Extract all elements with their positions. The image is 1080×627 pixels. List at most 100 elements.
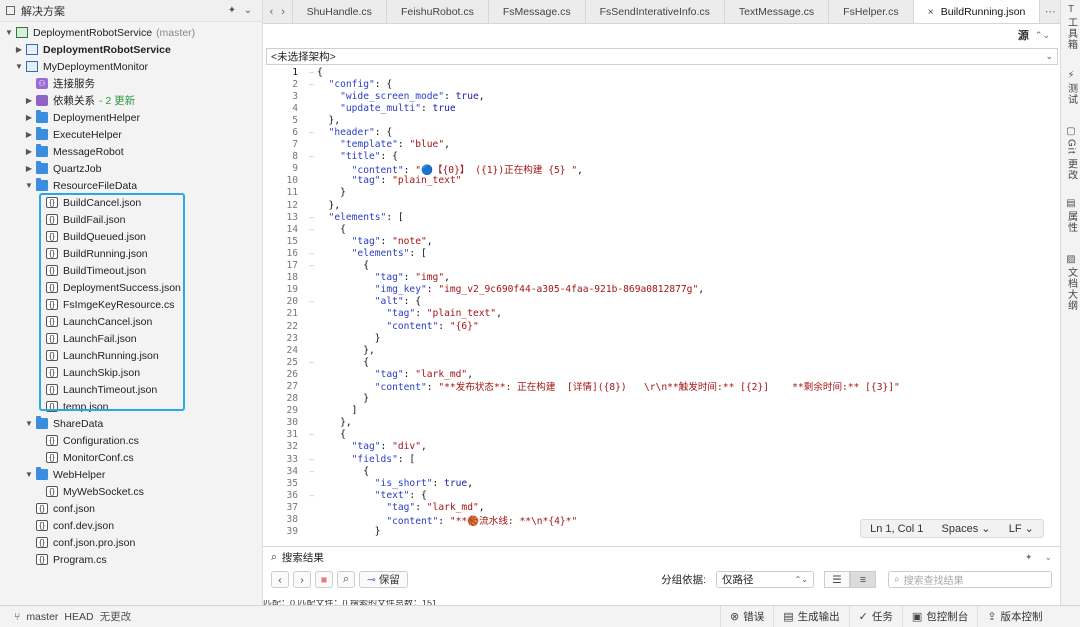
tree-item[interactable]: {} DeploymentSuccess.json bbox=[0, 279, 262, 296]
more-tabs-icon[interactable]: ⋯ bbox=[1040, 0, 1060, 23]
sidebar-tool-2[interactable]: ▢ Git 更改 bbox=[1061, 126, 1080, 181]
tree-item[interactable]: {} MonitorConf.cs bbox=[0, 449, 262, 466]
tab-buildrunning-json[interactable]: × BuildRunning.json bbox=[913, 0, 1041, 23]
task-icon: ✓ bbox=[858, 611, 868, 623]
tree-item[interactable]: ⚇ 连接服务 bbox=[0, 75, 262, 92]
tree-item[interactable]: ▼ DeploymentRobotService (master) bbox=[0, 24, 262, 41]
chevron-right-icon[interactable]: ▶ bbox=[24, 113, 34, 122]
architecture-select[interactable]: <未选择架构> ⌄ bbox=[266, 48, 1058, 65]
chevron-down-icon[interactable]: ▼ bbox=[24, 419, 34, 428]
pin-icon[interactable]: ✦ bbox=[224, 5, 240, 16]
tree-item[interactable]: ▶ MessageRobot bbox=[0, 143, 262, 160]
keep-results-button[interactable]: ⊸ 保留 bbox=[359, 571, 408, 588]
tree-item[interactable]: {} conf.dev.json bbox=[0, 517, 262, 534]
close-icon[interactable]: × bbox=[928, 6, 934, 18]
tree-item[interactable]: {} Program.cs bbox=[0, 551, 262, 568]
sidebar-tool-3[interactable]: ▤ 属性 bbox=[1061, 198, 1080, 233]
code-line: 22 "content": "{6}" bbox=[266, 320, 1048, 332]
tree-item[interactable]: ▶ DeploymentHelper bbox=[0, 109, 262, 126]
tree-item[interactable]: ▼ ShareData bbox=[0, 415, 262, 432]
editor-status: Ln 1, Col 1 Spaces ⌄ LF ⌄ bbox=[860, 519, 1044, 538]
tree-item[interactable]: ▼ MyDeploymentMonitor bbox=[0, 58, 262, 75]
next-result-button[interactable]: › bbox=[293, 571, 311, 588]
tree-item[interactable]: ▶ ExecuteHelper bbox=[0, 126, 262, 143]
code-line: 18 "tag": "img", bbox=[266, 272, 1048, 284]
tree-item[interactable]: {} LaunchCancel.json bbox=[0, 313, 262, 330]
chevron-down-icon[interactable]: ▼ bbox=[4, 28, 14, 37]
chevron-down-icon[interactable]: ⌄ bbox=[240, 5, 256, 16]
tree-item[interactable]: {} LaunchFail.json bbox=[0, 330, 262, 347]
tree-item[interactable]: {} BuildRunning.json bbox=[0, 245, 262, 262]
cursor-position[interactable]: Ln 1, Col 1 bbox=[870, 523, 923, 535]
tab-label: FeishuRobot.cs bbox=[400, 5, 474, 18]
indent-mode[interactable]: Spaces ⌄ bbox=[942, 522, 991, 535]
group-by-select[interactable]: 仅路径 ⌃⌄ bbox=[716, 571, 814, 588]
tree-item[interactable]: {} conf.json bbox=[0, 500, 262, 517]
tree-item[interactable]: {} BuildCancel.json bbox=[0, 194, 262, 211]
tree-item[interactable]: {} LaunchTimeout.json bbox=[0, 381, 262, 398]
tab-feishurobot-cs[interactable]: FeishuRobot.cs bbox=[387, 0, 489, 23]
status-2-button[interactable]: ✓ 任务 bbox=[848, 605, 902, 627]
code-text: ] bbox=[317, 405, 358, 417]
code-text: "title": { bbox=[340, 151, 398, 163]
status-0-button[interactable]: ⊗ 错误 bbox=[720, 605, 773, 627]
status-4-button[interactable]: ⇪ 版本控制 bbox=[977, 605, 1051, 627]
tree-item[interactable]: {} FsImgeKeyResource.cs bbox=[0, 296, 262, 313]
chevron-right-icon[interactable]: ▶ bbox=[14, 45, 24, 54]
sidebar-tool-0[interactable]: T 工具箱 bbox=[1061, 4, 1080, 50]
chevron-right-icon[interactable]: ▶ bbox=[24, 164, 34, 173]
tree-item[interactable]: {} BuildTimeout.json bbox=[0, 262, 262, 279]
status-3-button[interactable]: ▣ 包控制台 bbox=[901, 605, 977, 627]
tree-item[interactable]: {} BuildFail.json bbox=[0, 211, 262, 228]
chevron-right-icon[interactable]: › bbox=[281, 6, 285, 18]
tree-item[interactable]: {} MyWebSocket.cs bbox=[0, 483, 262, 500]
status-1-button[interactable]: ▤ 生成输出 bbox=[773, 605, 848, 627]
tree-item[interactable]: ▼ ResourceFileData bbox=[0, 177, 262, 194]
chevron-right-icon[interactable]: ▶ bbox=[24, 147, 34, 156]
chevron-down-icon[interactable]: ▼ bbox=[14, 62, 24, 71]
tab-fsmessage-cs[interactable]: FsMessage.cs bbox=[489, 0, 586, 23]
chevron-left-icon[interactable]: ‹ bbox=[270, 6, 274, 18]
git-branch-status[interactable]: ⑂ master HEAD 无更改 bbox=[0, 609, 720, 624]
code-line: 5 }, bbox=[266, 114, 1048, 126]
compact-view-button[interactable]: ≡ bbox=[850, 571, 876, 588]
search-panel-title: 搜索结果 bbox=[281, 551, 324, 564]
source-label[interactable]: 源 bbox=[1018, 27, 1029, 43]
chevron-right-icon[interactable]: ▶ bbox=[24, 130, 34, 139]
code-editor[interactable]: 1–{2– "config": {3 "wide_screen_mode": t… bbox=[266, 66, 1048, 544]
chevron-down-icon[interactable]: ▼ bbox=[24, 181, 34, 190]
tab-fssendinterativeinfo-cs[interactable]: FsSendInterativeInfo.cs bbox=[586, 0, 725, 23]
tree-item[interactable]: {} LaunchRunning.json bbox=[0, 347, 262, 364]
list-view-button[interactable]: ☰ bbox=[824, 571, 850, 588]
tree-item[interactable]: {} temp.json bbox=[0, 398, 262, 415]
tab-textmessage-cs[interactable]: TextMessage.cs bbox=[725, 0, 830, 23]
tab-fshelper-cs[interactable]: FsHelper.cs bbox=[829, 0, 914, 23]
tree-item[interactable]: {} Configuration.cs bbox=[0, 432, 262, 449]
tree-item[interactable]: ▶ 依赖关系 - 2 更新 bbox=[0, 92, 262, 109]
tree-item[interactable]: {} BuildQueued.json bbox=[0, 228, 262, 245]
stop-search-button[interactable]: ■ bbox=[315, 571, 333, 588]
line-number: 21 bbox=[286, 308, 298, 320]
tab-shuhandle-cs[interactable]: ShuHandle.cs bbox=[293, 0, 387, 23]
code-line: 4 "update_multi": true bbox=[266, 102, 1048, 114]
find-button[interactable]: ⌕ bbox=[337, 571, 355, 588]
tree-item[interactable]: ▶ QuartzJob bbox=[0, 160, 262, 177]
chevron-right-icon[interactable]: ▶ bbox=[24, 96, 34, 105]
tree-item[interactable]: {} conf.json.pro.json bbox=[0, 534, 262, 551]
tree-item[interactable]: ▼ WebHelper bbox=[0, 466, 262, 483]
line-number: 4 bbox=[292, 102, 298, 114]
result-search-input[interactable]: ⌕ 搜索查找结果 bbox=[888, 571, 1052, 588]
chevron-down-icon[interactable]: ⌄ bbox=[1044, 552, 1052, 563]
code-text: "update_multi": true bbox=[340, 102, 456, 114]
pin-icon[interactable]: ✦ bbox=[1025, 552, 1033, 563]
updown-icon[interactable]: ⌃⌄ bbox=[1035, 30, 1050, 41]
sidebar-tool-1[interactable]: ⚡ 测试 bbox=[1061, 70, 1080, 105]
connected-services-icon: ⚇ bbox=[36, 78, 48, 89]
tree-item[interactable]: ▶ DeploymentRobotService bbox=[0, 41, 262, 58]
sidebar-tool-4[interactable]: ▨ 文档大纲 bbox=[1061, 254, 1080, 311]
chevron-down-icon[interactable]: ▼ bbox=[24, 470, 34, 479]
tree-item[interactable]: {} LaunchSkip.json bbox=[0, 364, 262, 381]
prev-result-button[interactable]: ‹ bbox=[271, 571, 289, 588]
tree-item-label: Program.cs bbox=[53, 553, 107, 566]
line-ending[interactable]: LF ⌄ bbox=[1009, 522, 1034, 535]
